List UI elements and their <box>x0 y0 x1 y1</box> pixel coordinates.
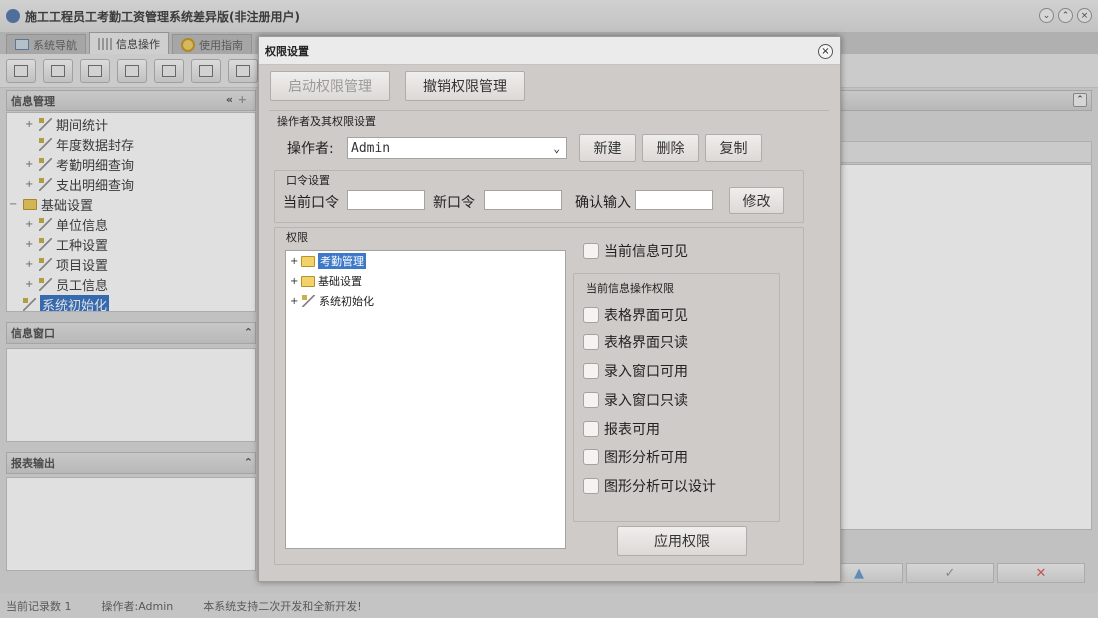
permission-tree[interactable]: + 考勤管理 + 基础设置 + 系统初始化 <box>285 250 566 549</box>
dialog-title-bar: 权限设置 <box>259 37 840 65</box>
confirm-password-label: 确认输入 <box>575 195 631 211</box>
grid-visible-checkbox[interactable]: 表格界面可见 <box>583 305 688 325</box>
modify-password-button[interactable]: 修改 <box>729 187 784 214</box>
apply-permission-button[interactable]: 应用权限 <box>617 526 747 556</box>
current-visible-checkbox[interactable]: 当前信息可见 <box>583 241 688 261</box>
folder-icon <box>301 275 315 287</box>
perm-tree-node[interactable]: + 系统初始化 <box>290 293 374 309</box>
chevron-down-icon: ⌄ <box>553 142 560 155</box>
operator-label: 操作者: <box>287 141 334 157</box>
permission-dialog: 权限设置 × 启动权限管理 撤销权限管理 操作者及其权限设置 操作者: Admi… <box>258 36 841 582</box>
copy-operator-button[interactable]: 复制 <box>705 134 762 162</box>
new-password-input[interactable] <box>484 190 562 210</box>
chart-design-checkbox[interactable]: 图形分析可以设计 <box>583 476 716 496</box>
folder-icon <box>301 255 315 267</box>
new-operator-button[interactable]: 新建 <box>579 134 636 162</box>
entry-usable-checkbox[interactable]: 录入窗口可用 <box>583 361 688 381</box>
grid-readonly-checkbox[interactable]: 表格界面只读 <box>583 332 688 352</box>
perm-tree-node[interactable]: + 基础设置 <box>290 273 362 289</box>
wand-icon <box>302 295 315 307</box>
operation-group-label: 当前信息操作权限 <box>584 280 676 296</box>
operator-group-label: 操作者及其权限设置 <box>277 115 376 128</box>
dialog-close-icon[interactable]: × <box>818 44 833 59</box>
entry-readonly-checkbox[interactable]: 录入窗口只读 <box>583 390 688 410</box>
confirm-password-input[interactable] <box>635 190 713 210</box>
operator-select[interactable]: Admin ⌄ <box>347 137 567 159</box>
perm-tree-node-selected[interactable]: + 考勤管理 <box>290 253 366 269</box>
revoke-permission-button[interactable]: 撤销权限管理 <box>405 71 525 101</box>
report-usable-checkbox[interactable]: 报表可用 <box>583 419 660 439</box>
current-password-input[interactable] <box>347 190 425 210</box>
permission-group-label: 权限 <box>284 229 310 245</box>
dialog-title: 权限设置 <box>265 44 309 58</box>
chart-usable-checkbox[interactable]: 图形分析可用 <box>583 447 688 467</box>
delete-operator-button[interactable]: 删除 <box>642 134 699 162</box>
password-group-label: 口令设置 <box>284 172 332 188</box>
current-password-label: 当前口令 <box>283 195 339 211</box>
new-password-label: 新口令 <box>433 195 475 211</box>
enable-permission-button[interactable]: 启动权限管理 <box>270 71 390 101</box>
divider <box>269 110 829 111</box>
